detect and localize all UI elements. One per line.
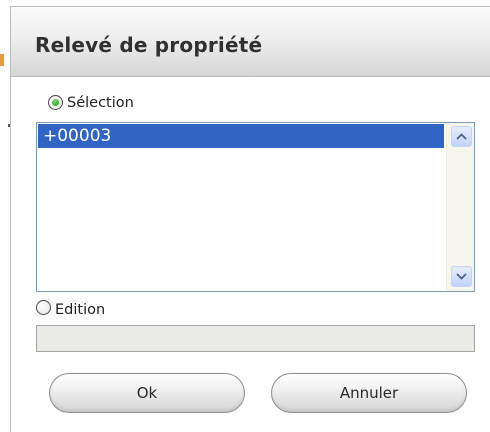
edition-radio[interactable] [36, 300, 51, 315]
chevron-up-icon [456, 133, 467, 140]
ok-button[interactable]: Ok [49, 373, 245, 413]
selection-listbox[interactable]: +00003 [36, 122, 475, 292]
background-window-edge [0, 54, 4, 66]
dialog-title: Relevé de propriété [35, 33, 263, 57]
cancel-button[interactable]: Annuler [271, 373, 467, 413]
edition-input[interactable] [36, 325, 475, 352]
scroll-down-button[interactable] [451, 266, 472, 287]
page: Relevé de propriété Sélection +00003 Edi… [0, 0, 490, 432]
listbox-scrollbar[interactable] [446, 123, 474, 291]
selection-radio[interactable] [48, 95, 63, 110]
dialog-title-bar: Relevé de propriété [11, 7, 490, 77]
edition-radio-label[interactable]: Edition [55, 302, 105, 318]
chevron-down-icon [456, 273, 467, 280]
list-item-selected[interactable]: +00003 [38, 124, 444, 148]
scroll-up-button[interactable] [451, 126, 472, 147]
property-statement-dialog: Relevé de propriété Sélection +00003 Edi… [10, 6, 490, 432]
selection-radio-label[interactable]: Sélection [67, 95, 134, 111]
